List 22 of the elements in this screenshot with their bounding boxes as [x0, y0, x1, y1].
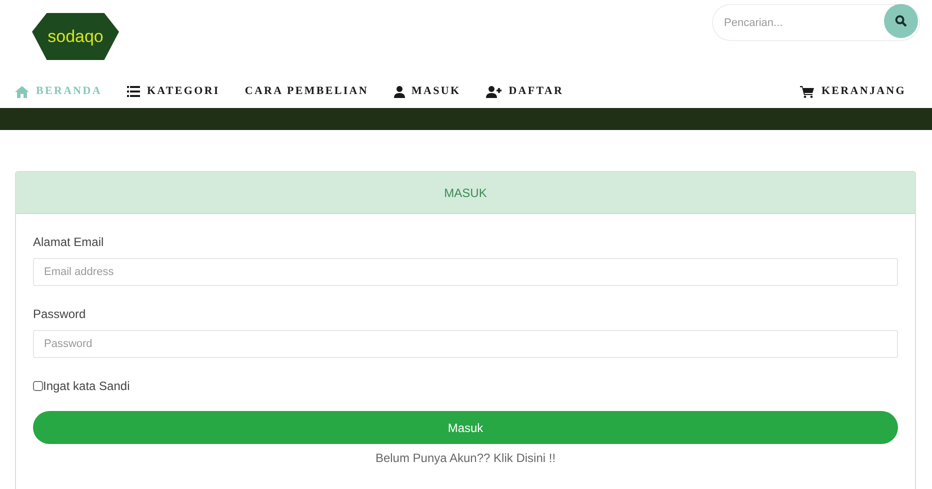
- search-icon: [895, 15, 907, 27]
- register-link[interactable]: Belum Punya Akun?? Klik Disini !!: [375, 449, 556, 467]
- field-label: Alamat Email: [33, 234, 105, 250]
- input-field[interactable]: Email address: [33, 258, 898, 286]
- nav-link[interactable]: MASUK: [394, 83, 461, 100]
- card-title: MASUK: [444, 184, 487, 202]
- user-icon: [394, 86, 404, 98]
- nav-link[interactable]: CARA PEMBELIAN: [244, 83, 368, 100]
- user-plus-icon: [486, 86, 502, 98]
- checkbox-label: Ingat kata Sandi: [43, 378, 130, 395]
- search-button[interactable]: [884, 4, 918, 38]
- nav-link[interactable]: DAFTAR: [486, 83, 564, 100]
- cart-link[interactable]: KERANJANG: [800, 83, 906, 100]
- home-icon: [15, 86, 29, 98]
- list-icon: [126, 86, 140, 97]
- nav-link[interactable]: KATEGORI: [126, 83, 220, 100]
- search-field[interactable]: Pencarian...: [712, 4, 920, 41]
- input-field[interactable]: Password: [33, 330, 898, 358]
- checkbox[interactable]: [33, 381, 43, 391]
- logo[interactable]: sodaqo: [32, 13, 119, 60]
- field-label: Password: [33, 306, 87, 322]
- cart-icon: [800, 86, 814, 98]
